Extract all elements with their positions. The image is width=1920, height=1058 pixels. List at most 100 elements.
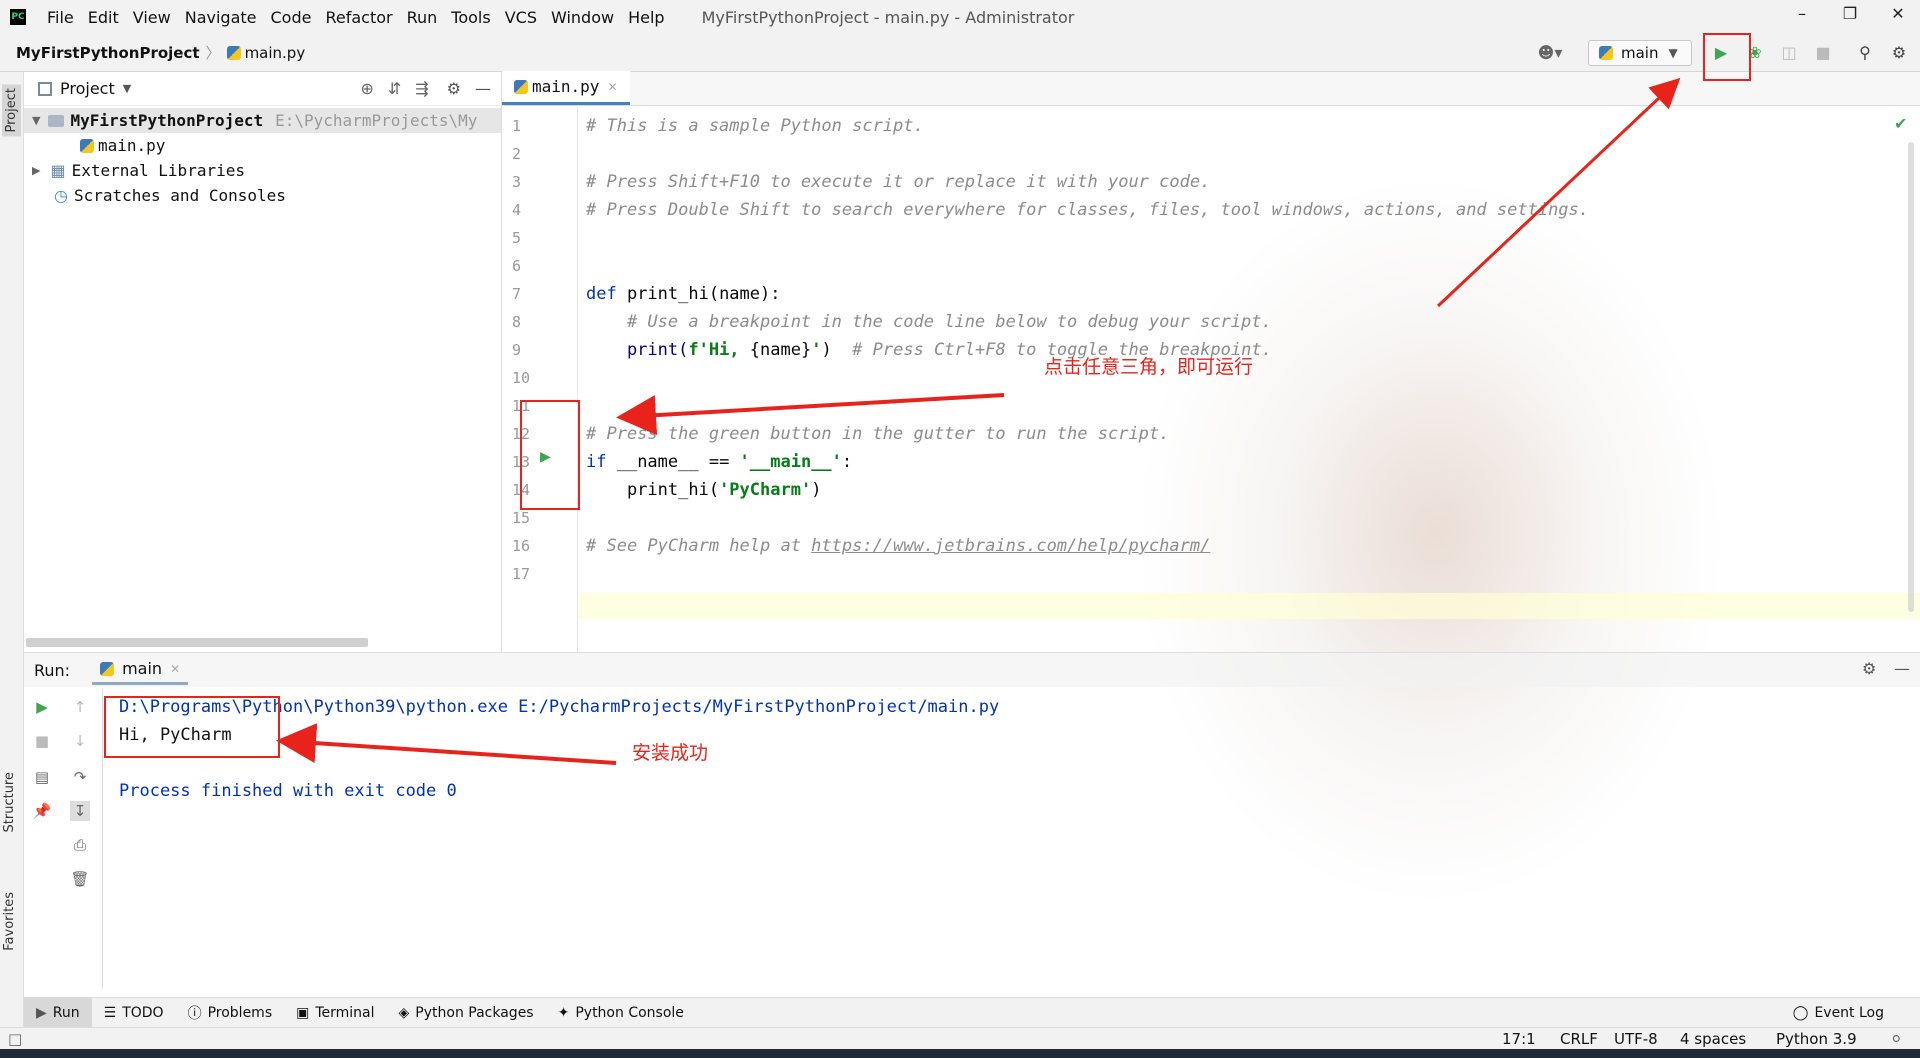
code-line-4[interactable]: # Press Double Shift to search everywher… [586, 200, 1589, 220]
rerun-icon[interactable]: ▶ [32, 697, 52, 717]
menu-run[interactable]: Run [400, 8, 445, 27]
code-line-1[interactable]: # This is a sample Python script. [586, 116, 924, 136]
code-text: ) [821, 340, 853, 360]
tool-tab-favorites[interactable]: Favorites [2, 892, 17, 951]
console-output[interactable]: D:\Programs\Python\Python39\python.exe E… [102, 689, 1902, 989]
menu-navigate[interactable]: Navigate [178, 8, 264, 27]
pin-icon[interactable]: 📌 [32, 801, 52, 821]
left-tool-stripe: Project Structure Favorites [0, 72, 24, 1027]
editor-gutter: 1 2 3 4 5 6 7 8 9 10 11 12 13 14 15 16 1… [502, 107, 578, 652]
code-line-7[interactable]: def print_hi(name): [586, 284, 780, 304]
annotation-success-note: 安装成功 [632, 742, 709, 764]
close-tab-icon[interactable]: ✕ [170, 662, 180, 676]
close-tab-icon[interactable]: ✕ [607, 80, 617, 94]
status-caret-position[interactable]: 17:1 [1502, 1030, 1536, 1048]
status-line-separator[interactable]: CRLF [1560, 1030, 1598, 1048]
code-line-8[interactable]: # Use a breakpoint in the code line belo… [586, 312, 1272, 332]
run-configuration-select[interactable]: main ▼ [1588, 40, 1692, 66]
tree-item-project-root[interactable]: ▼ MyFirstPythonProject E:\PycharmProject… [24, 108, 501, 133]
maximize-icon[interactable]: ❐ [1830, 4, 1870, 28]
tool-tab-structure[interactable]: Structure [2, 772, 17, 832]
soft-wrap-icon[interactable]: ↷ [70, 767, 90, 787]
layout-icon[interactable]: ▤ [32, 767, 52, 787]
code-line-14[interactable]: print_hi('PyCharm') [586, 480, 822, 500]
stop-icon[interactable]: ■ [1810, 40, 1836, 66]
menu-code[interactable]: Code [264, 8, 319, 27]
code-line-12[interactable]: # Press the green button in the gutter t… [586, 424, 1169, 444]
arrow-up-icon[interactable]: ↑ [70, 697, 90, 717]
menu-file[interactable]: File [40, 8, 81, 27]
code-line-3[interactable]: # Press Shift+F10 to execute it or repla… [586, 172, 1210, 192]
tree-item-scratches[interactable]: ◷ Scratches and Consoles [24, 183, 501, 208]
lock-icon[interactable]: ⚪ [1890, 1030, 1903, 1048]
tool-tab-problems[interactable]: ⓘ Problems [176, 998, 285, 1028]
run-panel-gear-icon[interactable]: ⚙ [1862, 659, 1876, 678]
current-line-highlight [579, 593, 1920, 619]
scroll-to-end-icon[interactable]: ↧ [70, 801, 90, 821]
tree-label: External Libraries [71, 161, 245, 180]
arrow-down-icon[interactable]: ↓ [70, 731, 90, 751]
code-line-16[interactable]: # See PyCharm help at https://www.jetbra… [586, 536, 1210, 556]
tree-item-main-py[interactable]: main.py [24, 133, 501, 158]
run-configuration-label: main [1621, 44, 1659, 62]
project-root-path: E:\PycharmProjects\My [275, 111, 478, 130]
search-icon[interactable]: ⚲ [1852, 40, 1878, 66]
tool-tab-run[interactable]: ▶ Run [24, 997, 92, 1028]
menu-view[interactable]: View [126, 8, 178, 27]
settings-gear-icon[interactable]: ⚙ [1886, 40, 1912, 66]
close-icon[interactable]: ✕ [1878, 4, 1918, 28]
expand-all-icon[interactable]: ⇵ [388, 79, 401, 98]
event-log-button[interactable]: ◯ Event Log [1781, 998, 1896, 1028]
chevron-right-icon[interactable]: ▶ [32, 164, 40, 177]
menu-help[interactable]: Help [621, 8, 671, 27]
menu-refactor[interactable]: Refactor [318, 8, 399, 27]
hide-panel-icon[interactable]: — [475, 79, 491, 98]
trash-icon[interactable]: 🗑 [70, 869, 90, 889]
tool-tab-label: TODO [122, 1004, 164, 1021]
packages-icon: ◈ [398, 1004, 410, 1021]
menu-tools[interactable]: Tools [444, 8, 497, 27]
run-tab-main[interactable]: main ✕ [92, 655, 189, 685]
code-string: ' [811, 340, 822, 360]
minimize-icon[interactable]: – [1782, 4, 1822, 28]
vertical-scrollbar[interactable] [1908, 142, 1914, 612]
menu-edit[interactable]: Edit [81, 8, 126, 27]
project-view-select[interactable]: Project [60, 79, 115, 98]
folder-icon [48, 114, 65, 127]
chevron-down-icon[interactable]: ▼ [32, 114, 40, 127]
python-icon [1599, 46, 1613, 60]
coverage-icon[interactable]: ◫ [1776, 40, 1802, 66]
code-text: : [841, 452, 853, 472]
breadcrumb-project[interactable]: MyFirstPythonProject [16, 44, 200, 62]
horizontal-scrollbar[interactable] [26, 638, 368, 647]
status-encoding[interactable]: UTF-8 [1614, 1030, 1658, 1048]
menu-window[interactable]: Window [544, 8, 621, 27]
tool-tab-terminal[interactable]: ▣ Terminal [284, 998, 386, 1028]
hide-run-panel-icon[interactable]: — [1894, 659, 1910, 678]
code-line-13[interactable]: if __name__ == '__main__': [586, 452, 852, 472]
status-interpreter[interactable]: Python 3.9 [1776, 1030, 1857, 1048]
user-icon[interactable]: ☻▾ [1532, 40, 1568, 66]
code-text: print_hi( [586, 480, 720, 500]
line-number: 2 [512, 145, 522, 163]
panel-gear-icon[interactable]: ⚙ [447, 79, 461, 98]
chevron-down-icon[interactable]: ▼ [123, 82, 131, 95]
help-link[interactable]: https://www.jetbrains.com/help/pycharm/ [811, 536, 1210, 556]
locate-icon[interactable]: ⊕ [360, 79, 373, 98]
tool-tab-todo[interactable]: ☰ TODO [92, 998, 176, 1028]
print-icon[interactable]: ⎙ [70, 835, 90, 855]
breadcrumb-file[interactable]: main.py [245, 44, 306, 62]
editor-tab-main-py[interactable]: main.py ✕ [502, 71, 630, 105]
tool-tab-python-packages[interactable]: ◈ Python Packages [387, 998, 546, 1028]
stop-icon[interactable]: ■ [32, 731, 52, 751]
collapse-all-icon[interactable]: ⇶ [415, 79, 428, 98]
toggle-tool-windows-icon[interactable]: □ [8, 1030, 22, 1048]
code-comment: # This is a sample Python script. [586, 116, 924, 136]
tool-tab-project[interactable]: Project [2, 84, 21, 137]
terminal-icon: ▣ [296, 1004, 310, 1021]
status-indent[interactable]: 4 spaces [1680, 1030, 1746, 1048]
tool-tab-python-console[interactable]: ✦ Python Console [546, 998, 696, 1028]
menu-vcs[interactable]: VCS [498, 8, 544, 27]
tree-item-external-libraries[interactable]: ▶ ▦ External Libraries [24, 158, 501, 183]
annotation-gutter-note: 点击任意三角，即可运行 [1044, 356, 1254, 378]
